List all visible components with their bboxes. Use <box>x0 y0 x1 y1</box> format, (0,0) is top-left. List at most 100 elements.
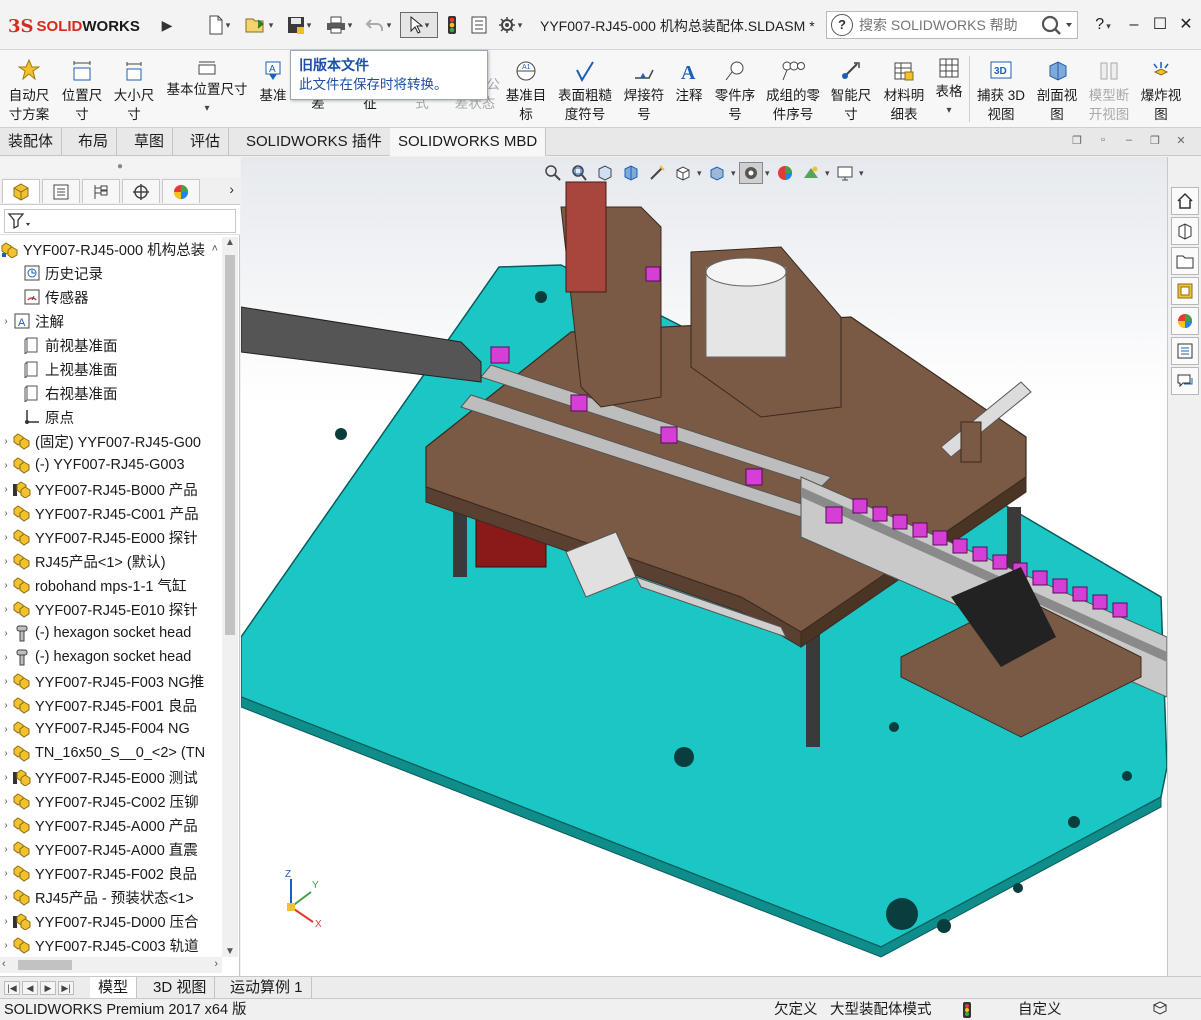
cmd-stacked-balloon[interactable]: 成组的零 件序号 <box>762 56 824 124</box>
last-tab-icon[interactable]: ▶| <box>58 981 74 995</box>
menu-expand-icon[interactable]: ▶ <box>160 14 174 36</box>
expand-arrow-icon[interactable]: › <box>0 700 12 711</box>
cmd-note[interactable]: A 注释 <box>670 56 708 105</box>
cmd-datum[interactable]: A 基准 <box>256 56 290 105</box>
tree-item[interactable]: › (-) hexagon socket head <box>0 621 222 645</box>
display-manager-tab[interactable] <box>162 179 200 203</box>
tree-item[interactable]: › (-) hexagon socket head <box>0 645 222 669</box>
open-button[interactable]: ▾ <box>244 12 274 38</box>
expand-arrow-icon[interactable]: › <box>0 628 12 639</box>
feature-manager-tab[interactable] <box>2 179 40 203</box>
help-search-input[interactable] <box>859 17 1029 33</box>
tree-item[interactable]: › TN_16x50_S__0_<2> (TN <box>0 741 222 765</box>
cmd-surface-finish[interactable]: 表面粗糙 度符号 <box>554 56 616 124</box>
close-button[interactable]: ✕ <box>1174 12 1198 38</box>
expand-arrow-icon[interactable]: › <box>0 460 12 471</box>
tree-item[interactable]: 原点 <box>0 405 222 429</box>
tree-item[interactable]: › YYF007-RJ45-F003 NG推 <box>0 669 222 693</box>
tab-motion-study[interactable]: 运动算例 1 <box>222 977 312 999</box>
expand-arrow-icon[interactable]: › <box>0 652 12 663</box>
forum-button[interactable] <box>1171 367 1199 395</box>
cmd-location-dim[interactable]: 位置尺寸 <box>58 56 106 124</box>
tab-tile-icon[interactable]: ▫ <box>1094 134 1112 150</box>
expand-arrow-icon[interactable]: › <box>0 772 12 783</box>
tab-3d-views[interactable]: 3D 视图 <box>145 977 216 999</box>
help-search-box[interactable]: ? <box>826 11 1078 39</box>
undo-button[interactable]: ▾ <box>362 12 394 38</box>
cmd-capture-3d[interactable]: 3D 捕获 3D 视图 <box>972 56 1030 124</box>
rebuild-button[interactable] <box>442 12 462 38</box>
tree-item[interactable]: › YYF007-RJ45-A000 产品 <box>0 813 222 837</box>
cmd-bom[interactable]: 材料明 细表 <box>878 56 930 124</box>
file-properties-button[interactable] <box>468 12 490 38</box>
assembly-model-view[interactable]: Z X Y <box>241 157 1167 976</box>
expand-arrow-icon[interactable]: › <box>0 484 12 495</box>
dimxpert-manager-tab[interactable] <box>122 179 160 203</box>
tree-item[interactable]: › YYF007-RJ45-E000 测试 <box>0 765 222 789</box>
expand-arrow-icon[interactable]: › <box>0 748 12 759</box>
cmd-model-break[interactable]: 模型断 开视图 <box>1084 56 1134 124</box>
panel-grip[interactable]: ● <box>0 157 240 177</box>
tree-item[interactable]: › YYF007-RJ45-C002 压铆 <box>0 789 222 813</box>
tab-solidworks-mbd[interactable]: SOLIDWORKS MBD <box>390 128 547 156</box>
cmd-table[interactable]: 表格 ▾ <box>932 56 966 120</box>
options-button[interactable]: ▾ <box>494 12 526 38</box>
tree-item[interactable]: › RJ45产品 - 预装状态<1> <box>0 885 222 909</box>
hscroll-thumb[interactable] <box>18 960 72 970</box>
save-button[interactable]: ▾ <box>284 12 314 38</box>
solidworks-resources-button[interactable] <box>1171 187 1199 215</box>
first-tab-icon[interactable]: |◀ <box>4 981 20 995</box>
scroll-right-icon[interactable]: › <box>214 958 218 970</box>
expand-arrow-icon[interactable]: › <box>0 820 12 831</box>
unit-system[interactable]: 自定义 <box>1018 999 1062 1020</box>
scroll-thumb[interactable] <box>225 255 235 635</box>
tree-item[interactable]: › A 注解 <box>0 309 222 333</box>
scroll-left-icon[interactable]: ‹ <box>2 958 6 970</box>
print-button[interactable]: ▾ <box>323 12 355 38</box>
expand-arrow-icon[interactable]: › <box>0 604 12 615</box>
more-tabs-icon[interactable]: › <box>229 181 234 197</box>
expand-arrow-icon[interactable]: › <box>0 844 12 855</box>
cmd-section-view[interactable]: 剖面视图 <box>1032 56 1082 124</box>
tree-vertical-scrollbar[interactable]: ▲ ▼ <box>222 237 238 957</box>
tree-item[interactable]: › RJ45产品<1> (默认) <box>0 549 222 573</box>
rebuild-status-icon[interactable] <box>962 1001 972 1020</box>
tab-layout[interactable]: 布局 <box>70 128 118 156</box>
tab-restore-icon[interactable]: ❐ <box>1068 134 1086 150</box>
quick-tips-icon[interactable] <box>1152 1001 1172 1020</box>
search-icon[interactable] <box>1039 14 1073 39</box>
expand-arrow-icon[interactable]: › <box>0 436 12 447</box>
cmd-smart-dim[interactable]: 智能尺寸 <box>826 56 876 124</box>
minimize-button[interactable]: – <box>1122 12 1146 38</box>
expand-arrow-icon[interactable]: › <box>0 556 12 567</box>
cmd-explode[interactable]: 爆炸视图 <box>1136 56 1186 124</box>
help-button[interactable]: ? ▾ <box>1086 12 1120 38</box>
tab-evaluate[interactable]: 评估 <box>182 128 230 156</box>
select-button[interactable]: ▾ <box>400 12 438 38</box>
tree-item[interactable]: › YYF007-RJ45-C003 轨道 <box>0 933 222 957</box>
expand-arrow-icon[interactable]: › <box>0 676 12 687</box>
tree-item[interactable]: › YYF007-RJ45-A000 直震 <box>0 837 222 861</box>
doc-minimize-button[interactable]: – <box>1120 134 1138 150</box>
tab-assembly[interactable]: 装配体 <box>0 128 63 156</box>
collapse-arrow-icon[interactable]: ˄ <box>212 243 218 255</box>
expand-arrow-icon[interactable]: › <box>0 532 12 543</box>
filter-input[interactable] <box>4 209 236 233</box>
expand-arrow-icon[interactable]: › <box>0 892 12 903</box>
cmd-auto-dim[interactable]: 自动尺 寸方案 <box>4 56 54 124</box>
cmd-weld-symbol[interactable]: 焊接符号 <box>620 56 668 124</box>
tree-item[interactable]: 前视基准面 <box>0 333 222 357</box>
maximize-button[interactable]: ☐ <box>1148 12 1172 38</box>
tree-item[interactable]: 历史记录 <box>0 261 222 285</box>
graphics-area[interactable]: ▾ ▾ ▾ ▾ ▾ Z X Y <box>241 157 1167 976</box>
tree-item[interactable]: › YYF007-RJ45-F004 NG <box>0 717 222 741</box>
solidworks-logo[interactable]: 3S SOLIDWORKS <box>8 12 156 40</box>
new-doc-button[interactable]: ▾ <box>206 12 232 38</box>
expand-arrow-icon[interactable]: › <box>0 916 12 927</box>
tree-item[interactable]: 右视基准面 <box>0 381 222 405</box>
appearances-button[interactable] <box>1171 307 1199 335</box>
design-library-button[interactable] <box>1171 217 1199 245</box>
tree-item[interactable]: › robohand mps-1-1 气缸 <box>0 573 222 597</box>
tree-item[interactable]: › (-) YYF007-RJ45-G003 <box>0 453 222 477</box>
scroll-up-icon[interactable]: ▲ <box>222 237 238 248</box>
